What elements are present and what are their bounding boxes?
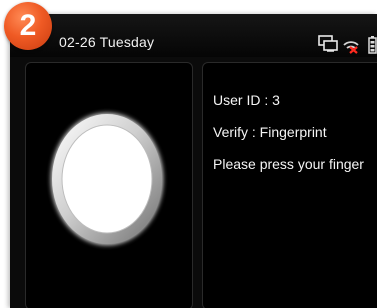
step-number-badge: 2	[4, 2, 52, 50]
wifi-off-icon	[343, 41, 359, 54]
verification-info-panel: User ID : 3 Verify : Fingerprint Please …	[202, 62, 377, 308]
instruction-text: Please press your finger	[213, 156, 364, 172]
battery-icon	[368, 36, 377, 54]
user-id-text: User ID : 3	[213, 92, 280, 108]
status-bar: 02-26 Tuesday	[10, 14, 377, 57]
date-label: 02-26 Tuesday	[59, 34, 155, 50]
fingerprint-ring-icon	[51, 113, 163, 245]
fingerprint-panel	[25, 62, 193, 308]
device-screen: 02-26 Tuesday User ID: 3 Verify: Finge…	[10, 14, 377, 308]
verify-method-text: Verify : Fingerprint	[213, 124, 327, 140]
network-icon	[318, 35, 338, 52]
